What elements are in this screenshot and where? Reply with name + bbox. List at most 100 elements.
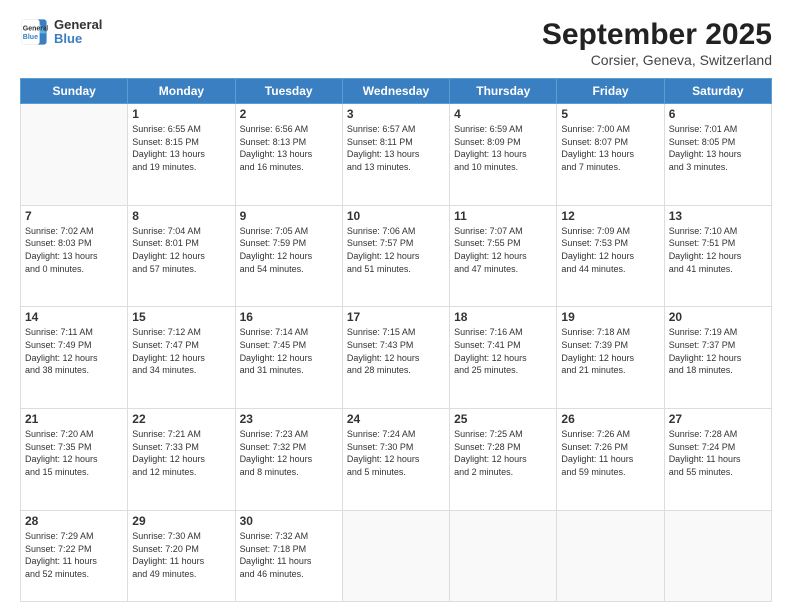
- cell-info-line: Sunrise: 7:19 AM: [669, 326, 767, 339]
- header: General Blue General Blue September 2025…: [20, 18, 772, 68]
- cell-info-line: Daylight: 11 hours: [132, 555, 230, 568]
- cell-info-line: Daylight: 13 hours: [561, 148, 659, 161]
- cell-info-line: and 19 minutes.: [132, 161, 230, 174]
- table-row: 2Sunrise: 6:56 AMSunset: 8:13 PMDaylight…: [235, 104, 342, 206]
- table-row: 15Sunrise: 7:12 AMSunset: 7:47 PMDayligh…: [128, 307, 235, 409]
- cell-info-line: Daylight: 12 hours: [240, 352, 338, 365]
- cell-info-line: Sunrise: 7:11 AM: [25, 326, 123, 339]
- day-number: 11: [454, 209, 552, 223]
- cell-info-line: Sunrise: 7:09 AM: [561, 225, 659, 238]
- cell-info-line: Sunrise: 7:21 AM: [132, 428, 230, 441]
- cell-info-line: Sunrise: 7:02 AM: [25, 225, 123, 238]
- cell-info-line: Sunset: 7:33 PM: [132, 441, 230, 454]
- table-row: 13Sunrise: 7:10 AMSunset: 7:51 PMDayligh…: [664, 205, 771, 307]
- cell-info-line: and 25 minutes.: [454, 364, 552, 377]
- cell-info-line: and 59 minutes.: [561, 466, 659, 479]
- table-row: 6 Sunrise: 7:01 AMSunset: 8:05 PMDaylight…: [664, 104, 771, 206]
- cell-info-line: Sunset: 7:51 PM: [669, 237, 767, 250]
- cell-info-line: Sunset: 7:30 PM: [347, 441, 445, 454]
- day-number: 10: [347, 209, 445, 223]
- cell-info-line: Sunset: 7:55 PM: [454, 237, 552, 250]
- table-row: 11Sunrise: 7:07 AMSunset: 7:55 PMDayligh…: [450, 205, 557, 307]
- day-number: 13: [669, 209, 767, 223]
- cell-info-line: Sunset: 7:49 PM: [25, 339, 123, 352]
- cell-info-line: Sunset: 7:45 PM: [240, 339, 338, 352]
- cell-info-line: and 0 minutes.: [25, 263, 123, 276]
- cell-info-line: and 38 minutes.: [25, 364, 123, 377]
- cell-info-line: Daylight: 12 hours: [25, 352, 123, 365]
- col-friday: Friday: [557, 79, 664, 104]
- day-number: 25: [454, 412, 552, 426]
- cell-info-line: Daylight: 13 hours: [25, 250, 123, 263]
- cell-info-line: Sunset: 7:53 PM: [561, 237, 659, 250]
- cell-info-line: Daylight: 12 hours: [240, 250, 338, 263]
- table-row: 9Sunrise: 7:05 AMSunset: 7:59 PMDaylight…: [235, 205, 342, 307]
- day-number: 20: [669, 310, 767, 324]
- cell-info-line: Sunset: 8:05 PM: [669, 136, 767, 149]
- day-number: 15: [132, 310, 230, 324]
- day-number: 5: [561, 107, 659, 121]
- cell-info-line: Sunset: 8:11 PM: [347, 136, 445, 149]
- day-number: 29: [132, 514, 230, 528]
- day-number: 1: [132, 107, 230, 121]
- cell-info-line: and 13 minutes.: [347, 161, 445, 174]
- day-number: 19: [561, 310, 659, 324]
- cell-info-line: Daylight: 13 hours: [669, 148, 767, 161]
- cell-info-line: Sunset: 8:03 PM: [25, 237, 123, 250]
- cell-info-line: Daylight: 12 hours: [669, 352, 767, 365]
- cell-info-line: and 57 minutes.: [132, 263, 230, 276]
- cell-info-line: Daylight: 11 hours: [561, 453, 659, 466]
- cell-info-line: Sunrise: 7:00 AM: [561, 123, 659, 136]
- logo-icon: General Blue: [20, 18, 48, 46]
- cell-info-line: Sunset: 7:20 PM: [132, 543, 230, 556]
- cell-info-line: Sunset: 7:37 PM: [669, 339, 767, 352]
- table-row: 21Sunrise: 7:20 AMSunset: 7:35 PMDayligh…: [21, 409, 128, 511]
- cell-info-line: Daylight: 13 hours: [132, 148, 230, 161]
- logo-text: General Blue: [54, 18, 102, 47]
- day-number: 23: [240, 412, 338, 426]
- cell-info-line: Sunrise: 7:24 AM: [347, 428, 445, 441]
- table-row: 10Sunrise: 7:06 AMSunset: 7:57 PMDayligh…: [342, 205, 449, 307]
- cell-info-line: Sunrise: 7:26 AM: [561, 428, 659, 441]
- cell-info-line: and 54 minutes.: [240, 263, 338, 276]
- table-row: 19Sunrise: 7:18 AMSunset: 7:39 PMDayligh…: [557, 307, 664, 409]
- cell-info-line: Sunset: 7:57 PM: [347, 237, 445, 250]
- title-block: September 2025 Corsier, Geneva, Switzerl…: [542, 18, 772, 68]
- table-row: [557, 510, 664, 601]
- page: General Blue General Blue September 2025…: [0, 0, 792, 612]
- cell-info-line: Daylight: 13 hours: [454, 148, 552, 161]
- svg-text:General: General: [23, 26, 48, 33]
- table-row: 14Sunrise: 7:11 AMSunset: 7:49 PMDayligh…: [21, 307, 128, 409]
- cell-info-line: Daylight: 13 hours: [240, 148, 338, 161]
- table-row: 8Sunrise: 7:04 AMSunset: 8:01 PMDaylight…: [128, 205, 235, 307]
- day-number: 3: [347, 107, 445, 121]
- cell-info-line: Sunrise: 7:01 AM: [669, 123, 767, 136]
- cell-info-line: Sunrise: 7:06 AM: [347, 225, 445, 238]
- cell-info-line: Sunrise: 7:23 AM: [240, 428, 338, 441]
- cell-info-line: Sunrise: 7:29 AM: [25, 530, 123, 543]
- cell-info-line: Daylight: 12 hours: [132, 250, 230, 263]
- table-row: 29Sunrise: 7:30 AMSunset: 7:20 PMDayligh…: [128, 510, 235, 601]
- cell-info-line: Sunrise: 6:56 AM: [240, 123, 338, 136]
- cell-info-line: Daylight: 12 hours: [561, 250, 659, 263]
- cell-info-line: and 10 minutes.: [454, 161, 552, 174]
- day-number: 16: [240, 310, 338, 324]
- cell-info-line: Sunset: 7:22 PM: [25, 543, 123, 556]
- cell-info-line: and 49 minutes.: [132, 568, 230, 581]
- table-row: 26Sunrise: 7:26 AMSunset: 7:26 PMDayligh…: [557, 409, 664, 511]
- cell-info-line: Daylight: 12 hours: [454, 453, 552, 466]
- cell-info-line: and 3 minutes.: [669, 161, 767, 174]
- cell-info-line: and 21 minutes.: [561, 364, 659, 377]
- col-saturday: Saturday: [664, 79, 771, 104]
- table-row: [664, 510, 771, 601]
- cell-info-line: Daylight: 12 hours: [132, 352, 230, 365]
- cell-info-line: Daylight: 12 hours: [454, 250, 552, 263]
- day-number: 6: [669, 107, 767, 121]
- cell-info-line: Sunrise: 6:59 AM: [454, 123, 552, 136]
- col-tuesday: Tuesday: [235, 79, 342, 104]
- svg-text:Blue: Blue: [23, 34, 38, 41]
- cell-info-line: Sunrise: 7:14 AM: [240, 326, 338, 339]
- table-row: 7Sunrise: 7:02 AMSunset: 8:03 PMDaylight…: [21, 205, 128, 307]
- table-row: 22Sunrise: 7:21 AMSunset: 7:33 PMDayligh…: [128, 409, 235, 511]
- day-number: 18: [454, 310, 552, 324]
